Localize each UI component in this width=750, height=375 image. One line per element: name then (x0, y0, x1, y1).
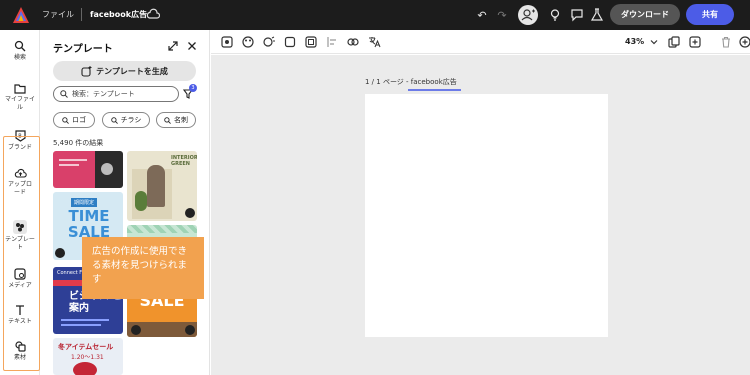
link-icon[interactable] (346, 35, 360, 49)
template-panel: テンプレート テンプレートを生成 検索：テンプレート 3 ロゴ チラシ 名刺 5… (40, 30, 210, 375)
search-icon (14, 40, 26, 52)
thumbnail-text: INTERIOR GREEN (171, 155, 197, 167)
panel-title: テンプレート (53, 44, 113, 55)
search-icon (110, 116, 118, 124)
template-search-input[interactable]: 検索：テンプレート (53, 86, 179, 102)
page-label[interactable]: 1 / 1 ページ - facebook広告 (365, 77, 457, 87)
redo-icon[interactable]: ↷ (494, 7, 510, 23)
rail-item-label: 検索 (13, 54, 26, 61)
comment-icon[interactable] (569, 7, 585, 23)
search-icon (60, 90, 68, 98)
chip-label: チラシ (120, 116, 142, 124)
frame-icon[interactable] (304, 35, 318, 49)
close-icon[interactable] (187, 41, 197, 51)
flask-icon[interactable] (589, 7, 605, 23)
document-title[interactable]: facebook広告 (90, 9, 147, 20)
animate-icon[interactable] (262, 35, 276, 49)
chip-business-card[interactable]: 名刺 (156, 112, 196, 128)
undo-icon[interactable]: ↶ (474, 7, 490, 23)
template-thumbnail[interactable] (53, 151, 123, 188)
zoom-level[interactable]: 43% (625, 37, 644, 46)
breadcrumb-files[interactable]: ファイル (42, 9, 74, 20)
canvas-toolbar: 43% (211, 30, 750, 54)
rail-highlight-frame (3, 136, 40, 371)
thumbnail-text: 冬アイテムセール (58, 343, 114, 351)
thumbnail-text: Connect Fo (57, 270, 86, 276)
trash-icon[interactable] (719, 35, 733, 49)
page-label-underline (408, 89, 461, 91)
page-setup-icon[interactable] (220, 35, 234, 49)
template-thumbnail[interactable]: INTERIOR GREEN (127, 151, 197, 221)
user-add-icon (521, 9, 535, 21)
align-icon[interactable] (325, 35, 339, 49)
thumbnail-text: TIME SALE (67, 207, 111, 241)
generate-template-button[interactable]: テンプレートを生成 (53, 61, 196, 81)
translate-icon[interactable] (367, 35, 381, 49)
share-button[interactable]: 共有 (686, 4, 734, 25)
chip-flyer[interactable]: チラシ (102, 112, 150, 128)
breadcrumb-divider (81, 8, 82, 21)
search-icon (164, 116, 171, 124)
top-bar: ファイル facebook広告 ↶ ↷ ダウンロード 共有 (0, 0, 750, 30)
adobe-express-logo[interactable] (12, 6, 30, 24)
chevron-down-icon[interactable] (647, 35, 661, 49)
template-thumbnail[interactable]: 冬アイテムセール 1.20～1.31 (53, 338, 123, 375)
rail-item-my-files[interactable]: マイファイル (0, 83, 40, 112)
download-button[interactable]: ダウンロード (610, 4, 680, 25)
templates-tooltip: 広告の作成に使用できる素材を見つけられます (82, 237, 204, 299)
chip-logo[interactable]: ロゴ (53, 112, 95, 128)
rail-item-label: マイファイル (5, 96, 36, 111)
collaborator-avatar-button[interactable] (518, 5, 538, 25)
more-icon[interactable] (738, 35, 750, 49)
palette-icon[interactable] (241, 35, 255, 49)
lightbulb-icon[interactable] (547, 7, 563, 23)
thumbnail-text: 1.20～1.31 (71, 354, 104, 361)
cloud-icon (146, 8, 160, 19)
generate-template-label: テンプレートを生成 (96, 66, 168, 76)
chip-label: 名刺 (174, 116, 188, 124)
add-page-icon[interactable] (688, 35, 702, 49)
duplicate-icon[interactable] (667, 35, 681, 49)
expand-icon[interactable] (168, 41, 178, 51)
shape-icon[interactable] (283, 35, 297, 49)
design-page[interactable] (365, 94, 608, 337)
folder-icon (14, 84, 26, 94)
thumbnail-text: 期間限定 (71, 198, 98, 207)
results-count: 5,490 件の結果 (53, 139, 104, 147)
search-placeholder: 検索：テンプレート (72, 90, 135, 98)
search-icon (62, 116, 69, 124)
chip-label: ロゴ (72, 116, 86, 124)
generate-icon (81, 65, 92, 77)
filter-count-badge: 3 (189, 84, 197, 92)
rail-item-search[interactable]: 検索 (0, 40, 40, 62)
